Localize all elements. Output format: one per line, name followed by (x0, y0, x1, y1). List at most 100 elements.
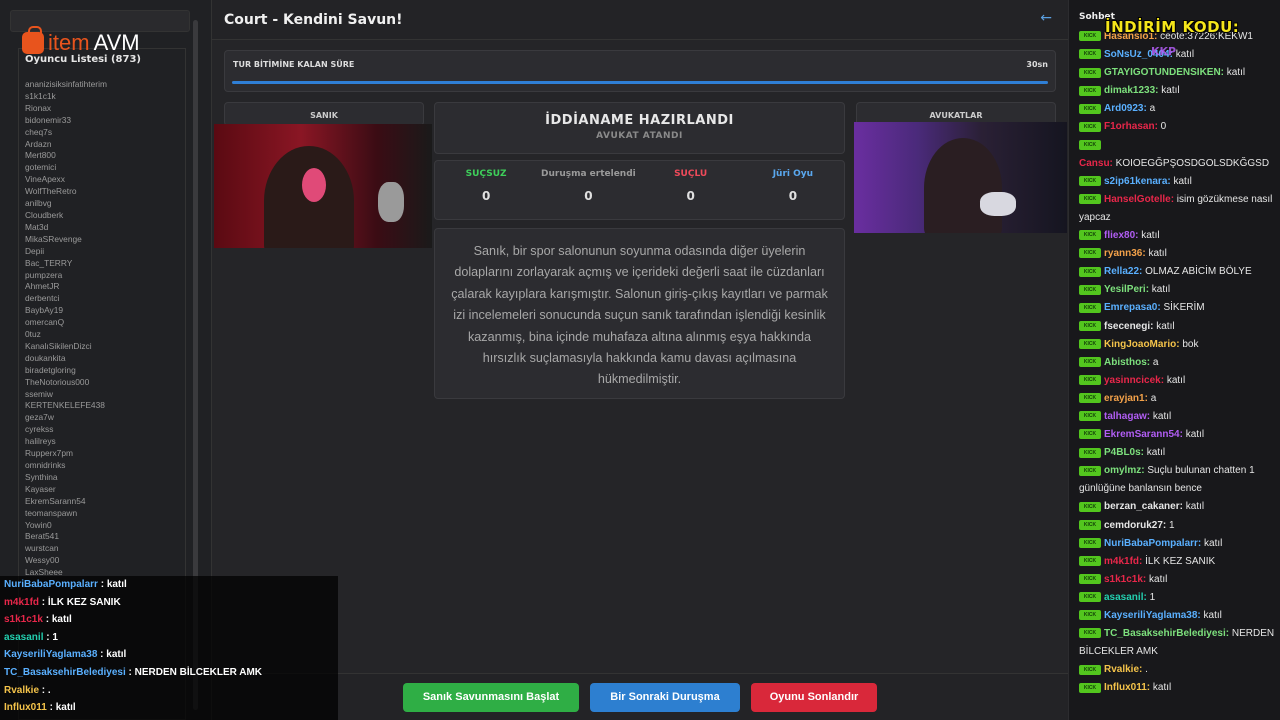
vote-guilty: SUÇLU 0 (640, 161, 742, 219)
chat-text: KOIOEGĞPŞOSDGOLSDKĞGSD (1112, 157, 1270, 169)
chat-username[interactable]: ryann36: (1104, 248, 1146, 259)
chat-username[interactable]: Ard0923: (1104, 103, 1147, 114)
player-name: anilbvg (25, 198, 52, 209)
chat-panel: Sohbet KICK Hasansio1: ceote:37226:KEKW1 K… (1068, 0, 1280, 720)
player-name: Kayaser (25, 483, 56, 494)
chat-username[interactable]: KayseriliYaglama38: (1104, 610, 1201, 621)
chat-username[interactable]: YesilPeri: (1104, 284, 1149, 295)
chat-username[interactable]: s1k1c1k: (1104, 574, 1146, 585)
player-name: 0tuz (25, 329, 41, 340)
chat-username[interactable]: m4k1fd: (1104, 556, 1142, 567)
chat-text: . (1142, 664, 1148, 676)
kick-badge-icon: KICK (1079, 628, 1101, 639)
kick-badge-icon: KICK (1079, 429, 1101, 440)
player-name: VineApexx (25, 174, 65, 185)
chat-message: KICK (1079, 137, 1275, 155)
chat-text: katıl (106, 579, 127, 590)
chat-message: KICK erayjan1: a (1079, 390, 1275, 408)
vote-count: 0 (584, 189, 593, 203)
kick-badge-icon: KICK (1079, 230, 1101, 241)
player-name: omercanQ (25, 317, 65, 328)
chat-message: KICK fsecenegi: katıl (1079, 318, 1275, 336)
round-timer: TUR BİTİMİNE KALAN SÜRE 30sn (224, 50, 1056, 92)
chat-username[interactable]: Cansu: (1079, 158, 1113, 169)
chat-username[interactable]: yasinncicek: (1104, 375, 1164, 386)
chat-username[interactable]: cemdoruk27: (1104, 520, 1166, 531)
next-hearing-button[interactable]: Bir Sonraki Duruşma (590, 683, 740, 712)
defendant-label: SANIK (310, 111, 338, 120)
chat-message: KICK HanselGotelle: isim gözükmese nasıl … (1079, 191, 1275, 227)
game-main: Court - Kendini Savun! ← TUR BİTİMİNE KA… (212, 0, 1068, 720)
end-game-button[interactable]: Oyunu Sonlandır (751, 683, 877, 712)
arrow-left-icon[interactable]: ← (1040, 10, 1052, 26)
player-name: AhmetJR (25, 281, 60, 292)
kick-badge-icon: KICK (1079, 465, 1101, 476)
chat-username[interactable]: F1orhasan: (1104, 121, 1158, 132)
kick-badge-icon: KICK (1079, 85, 1101, 96)
chat-username[interactable]: HanselGotelle: (1104, 194, 1174, 205)
player-name: Depii (25, 245, 45, 256)
itemavm-logo: item AVM (22, 26, 140, 56)
player-name: halilreys (25, 436, 56, 447)
chat-username: TC_BasaksehirBelediyesi (4, 666, 126, 678)
chat-username[interactable]: berzan_cakaner: (1104, 501, 1183, 512)
player-name: Mert800 (25, 150, 56, 161)
chat-message: KICK omylmz: Suçlu bulunan chatten 1 günl… (1079, 462, 1275, 498)
chat-message: KICK asasanil: 1 (1079, 589, 1275, 607)
chat-username[interactable]: P4BL0s: (1104, 447, 1144, 458)
kick-badge-icon: KICK (1079, 411, 1101, 422)
chat-username[interactable]: fsecenegi: (1104, 321, 1153, 332)
person-silhouette (924, 138, 1002, 233)
chat-message: KICK Influx011: katıl (1079, 679, 1275, 697)
kick-badge-icon: KICK (1079, 121, 1101, 132)
chat-username[interactable]: omylmz: (1104, 465, 1145, 476)
player-name: derbentci (25, 293, 60, 304)
chat-username[interactable]: Rvalkie: (1104, 664, 1142, 675)
verdict-title: İDDİANAME HAZIRLANDI (545, 113, 734, 128)
kick-badge-icon: KICK (1079, 375, 1101, 386)
chat-message: Cansu: KOIOEGĞPŞOSDGOLSDKĞGSD (1079, 155, 1275, 173)
chat-text: 1 (1166, 519, 1175, 531)
timer-progress-track (232, 81, 1048, 84)
chat-username[interactable]: erayjan1: (1104, 393, 1148, 404)
chat-text: SİKERİM (1160, 302, 1205, 314)
kick-badge-icon: KICK (1079, 176, 1101, 187)
chat-username[interactable]: Emrepasa0: (1104, 302, 1161, 313)
chat-username[interactable]: KingJoaoMario: (1104, 339, 1180, 350)
chat-username: Influx011 (4, 702, 47, 714)
chat-username[interactable]: talhagaw: (1104, 411, 1150, 422)
overlay-chat-message: NuriBabaPompalarr : katıl (4, 579, 127, 590)
chat-username[interactable]: NuriBabaPompalarr: (1104, 538, 1201, 549)
kick-badge-icon: KICK (1079, 139, 1101, 150)
chat-message: KICK Rvalkie: . (1079, 661, 1275, 679)
chat-username[interactable]: Abisthos: (1104, 357, 1150, 368)
chat-text: katıl (1150, 682, 1172, 694)
chat-username[interactable]: fliex80: (1104, 230, 1138, 241)
logo-text-item: item (48, 30, 90, 55)
start-defense-button[interactable]: Sanık Savunmasını Başlat (403, 683, 579, 712)
chat-username[interactable]: s2ip61kenara: (1104, 176, 1171, 187)
player-name: cheq7s (25, 126, 53, 137)
overlay-chat-message: Rvalkie : . (4, 684, 51, 696)
verdict-subtitle: AVUKAT ATANDI (596, 131, 683, 141)
player-name: Yowin0 (25, 519, 52, 530)
discount-code-banner: İNDİRİM KODU: (1105, 18, 1240, 36)
kick-badge-icon: KICK (1079, 664, 1101, 675)
chat-username: s1k1c1k (4, 614, 43, 626)
chat-username[interactable]: GTAYIGOTUNDENSIKEN: (1104, 67, 1224, 78)
player-name: Ardazn (25, 138, 52, 149)
headphones-shape (302, 168, 326, 202)
chat-username[interactable]: TC_BasaksehirBelediyesi: (1104, 628, 1229, 639)
chat-username[interactable]: asasanil: (1104, 592, 1147, 603)
chat-text: katıl (1150, 410, 1172, 422)
chat-text: 0 (1157, 121, 1167, 133)
chat-username[interactable]: dimak1233: (1104, 85, 1158, 96)
chat-username[interactable]: EkremSarann54: (1104, 429, 1183, 440)
kick-badge-icon: KICK (1079, 501, 1101, 512)
vote-count: 0 (788, 189, 798, 203)
chat-message: KICK Emrepasa0: SİKERİM (1079, 299, 1275, 317)
player-name: Berat541 (25, 531, 59, 542)
player-name: Synthina (25, 471, 58, 482)
chat-username[interactable]: Rella22: (1104, 266, 1142, 277)
chat-username[interactable]: Influx011: (1104, 682, 1150, 693)
